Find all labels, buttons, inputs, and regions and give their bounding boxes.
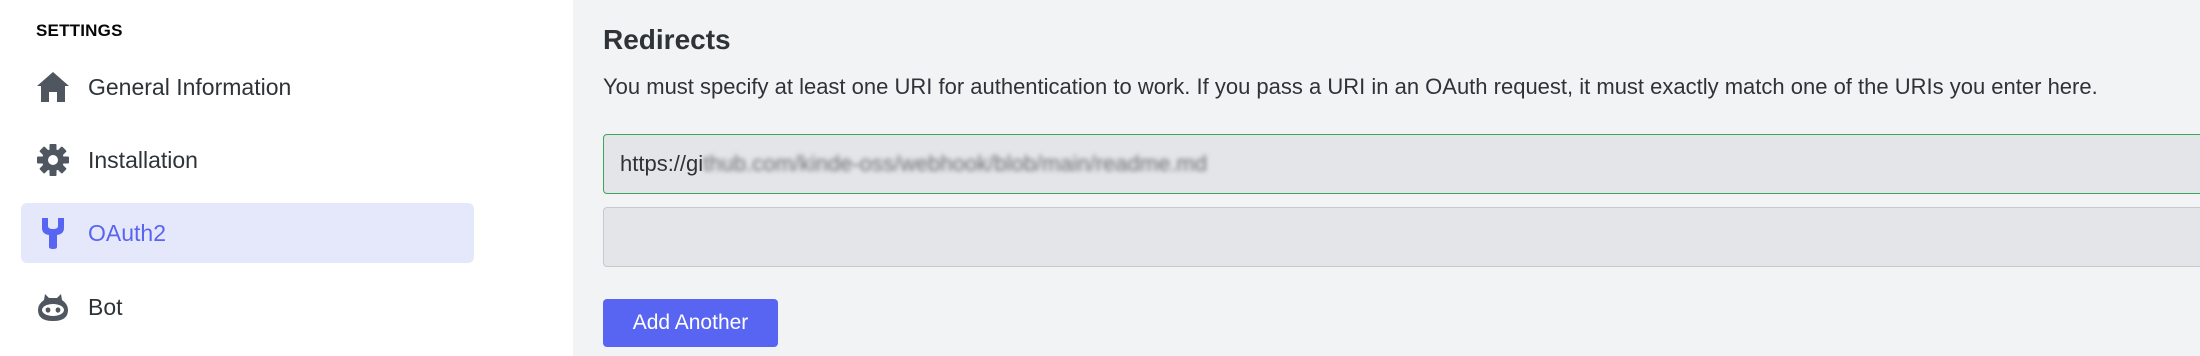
sidebar-item-general-information[interactable]: General Information bbox=[21, 57, 474, 117]
sidebar-item-installation[interactable]: Installation bbox=[21, 130, 474, 190]
main-content: Redirects You must specify at least one … bbox=[573, 0, 2200, 356]
sidebar-item-label: Installation bbox=[88, 146, 198, 173]
home-icon bbox=[35, 69, 71, 105]
redirect-uri-text: https://gi bbox=[620, 151, 704, 176]
redirects-heading: Redirects bbox=[603, 24, 731, 55]
sidebar: SETTINGS General Information Installatio… bbox=[0, 0, 573, 356]
wrench-icon bbox=[35, 215, 71, 251]
redirect-uri-input-1[interactable]: https://gi thub.com/kinde-oss/webhook/blo… bbox=[603, 134, 2200, 194]
redirects-description: You must specify at least one URI for au… bbox=[603, 74, 2098, 99]
redirect-uri-redacted: thub.com/kinde-oss/webhook/blob/main/rea… bbox=[703, 151, 1207, 176]
add-another-button[interactable]: Add Another bbox=[603, 299, 778, 347]
sidebar-item-label: OAuth2 bbox=[88, 219, 166, 246]
sidebar-item-label: General Information bbox=[88, 73, 292, 100]
sidebar-item-oauth2[interactable]: OAuth2 bbox=[21, 203, 474, 263]
sidebar-item-label: Bot bbox=[88, 293, 123, 320]
sidebar-section-title: SETTINGS bbox=[36, 21, 123, 40]
app-root: SETTINGS General Information Installatio… bbox=[0, 0, 2200, 356]
sidebar-item-bot[interactable]: Bot bbox=[21, 277, 474, 337]
gear-icon bbox=[35, 142, 71, 178]
bot-icon bbox=[35, 289, 71, 325]
redirect-uri-input-2[interactable] bbox=[603, 207, 2200, 267]
